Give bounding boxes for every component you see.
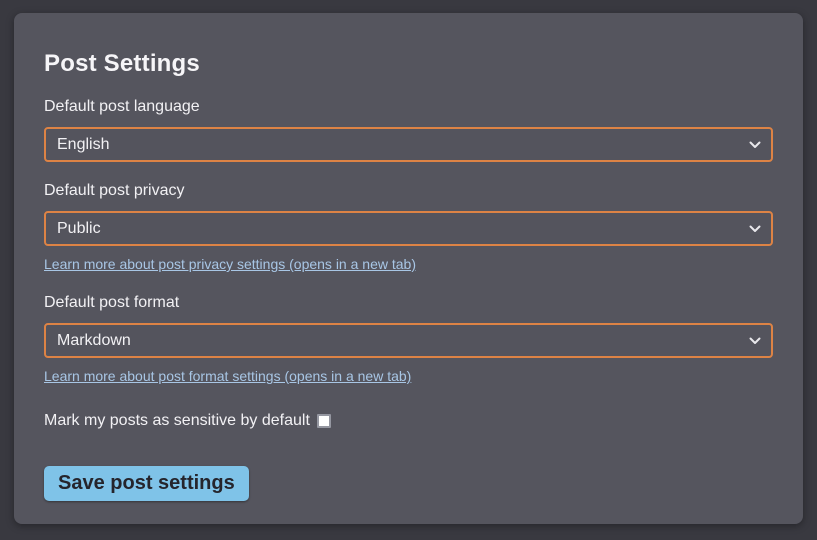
sensitive-label: Mark my posts as sensitive by default (44, 412, 310, 430)
page-title: Post Settings (44, 50, 773, 78)
privacy-learn-more-link[interactable]: Learn more about post privacy settings (… (44, 256, 416, 272)
privacy-select[interactable]: Public (44, 211, 773, 246)
privacy-label: Default post privacy (44, 182, 773, 200)
save-post-settings-button[interactable]: Save post settings (44, 466, 249, 501)
language-select-wrap: English (44, 127, 773, 162)
format-select[interactable]: Markdown (44, 323, 773, 358)
post-settings-panel: Post Settings Default post language Engl… (14, 13, 803, 524)
sensitive-row: Mark my posts as sensitive by default (44, 412, 773, 430)
privacy-select-wrap: Public (44, 211, 773, 246)
format-learn-more-link[interactable]: Learn more about post format settings (o… (44, 368, 411, 384)
language-select[interactable]: English (44, 127, 773, 162)
format-label: Default post format (44, 294, 773, 312)
language-label: Default post language (44, 98, 773, 116)
sensitive-checkbox[interactable] (317, 414, 331, 428)
format-select-wrap: Markdown (44, 323, 773, 358)
